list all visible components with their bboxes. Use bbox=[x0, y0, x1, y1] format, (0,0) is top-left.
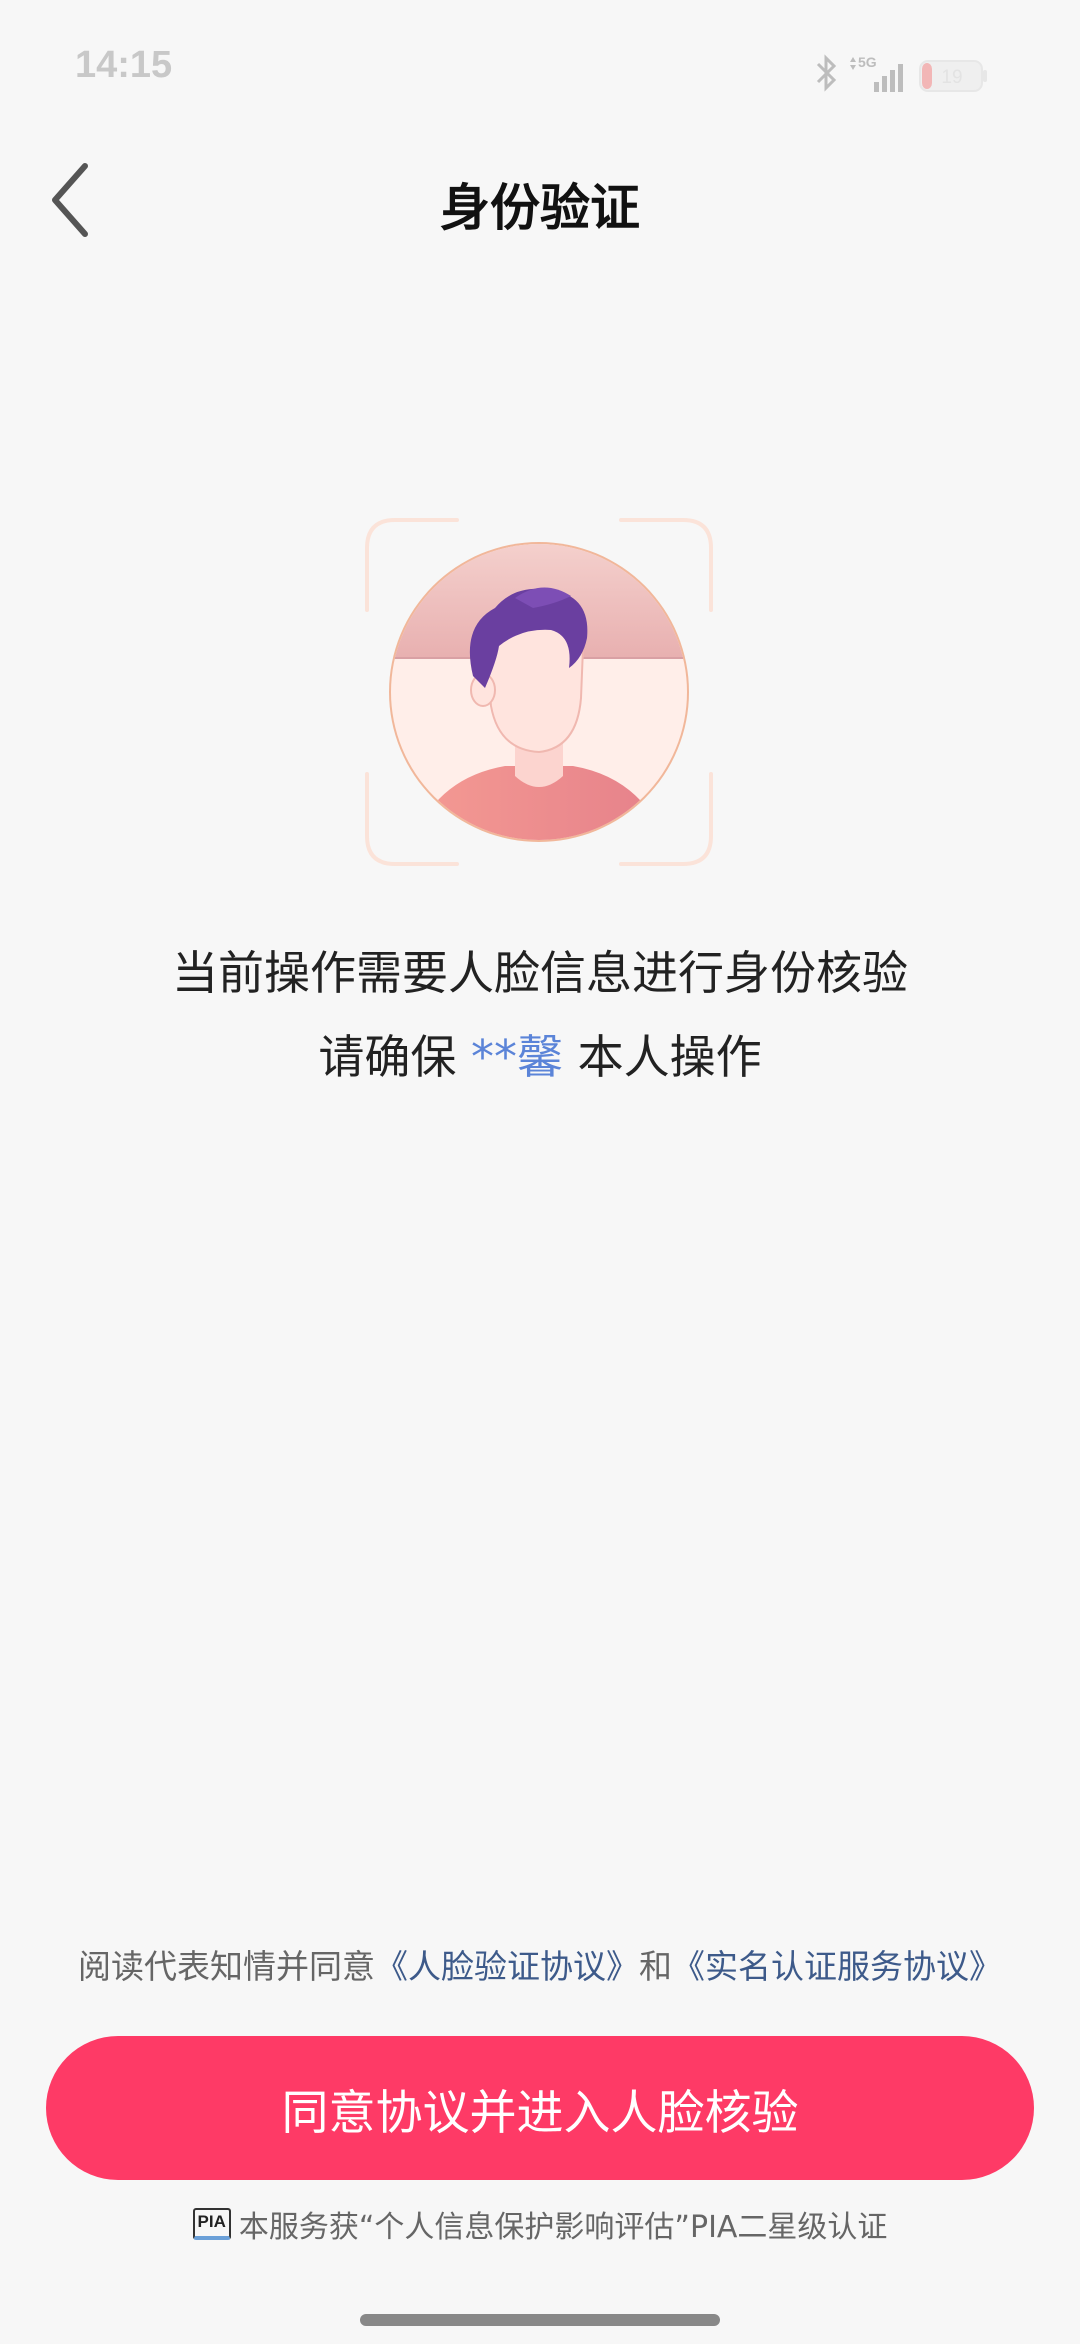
pia-certification-note: PIA 本服务获“个人信息保护影响评估”PIA二星级认证 bbox=[0, 2202, 1080, 2246]
page-title: 身份验证 bbox=[440, 179, 640, 237]
operator-message-suffix: 本人操作 bbox=[577, 1030, 762, 1084]
nav-bar: 身份验证 bbox=[0, 150, 1080, 250]
status-icons: 5G 19 bbox=[812, 52, 1002, 94]
pia-badge-icon: PIA bbox=[192, 2208, 231, 2240]
status-time: 14:15 bbox=[75, 44, 173, 86]
real-name-service-agreement-link[interactable]: 《实名认证服务协议》 bbox=[672, 1947, 1002, 1986]
bluetooth-icon bbox=[816, 54, 837, 92]
verification-message: 当前操作需要人脸信息进行身份核验 bbox=[172, 946, 908, 1000]
signal-icon bbox=[874, 64, 903, 92]
pia-certification-text: 本服务获“个人信息保护影响评估”PIA二星级认证 bbox=[238, 2210, 888, 2245]
agreement-text: 阅读代表知情并同意《人脸验证协议》和《实名认证服务协议》 bbox=[0, 1940, 1080, 1988]
face-verification-agreement-link[interactable]: 《人脸验证协议》 bbox=[375, 1947, 639, 1986]
face-illustration bbox=[365, 518, 713, 866]
home-indicator[interactable] bbox=[360, 2314, 720, 2326]
operator-message: 请确保 **馨 本人操作 bbox=[0, 1021, 1080, 1087]
agree-and-verify-button[interactable]: 同意协议并进入人脸核验 bbox=[46, 2036, 1034, 2180]
masked-user-name: **馨 bbox=[471, 1030, 563, 1084]
battery-icon: 19 bbox=[919, 60, 987, 92]
status-bar: 14:15 5G 19 bbox=[0, 0, 1080, 150]
agreement-prefix: 阅读代表知情并同意 bbox=[78, 1947, 375, 1986]
data-arrows-icon bbox=[850, 57, 856, 70]
operator-message-prefix: 请确保 bbox=[318, 1030, 457, 1084]
network-type-label: 5G bbox=[858, 54, 877, 70]
agreement-joiner: 和 bbox=[639, 1947, 672, 1986]
battery-level: 19 bbox=[941, 67, 962, 88]
